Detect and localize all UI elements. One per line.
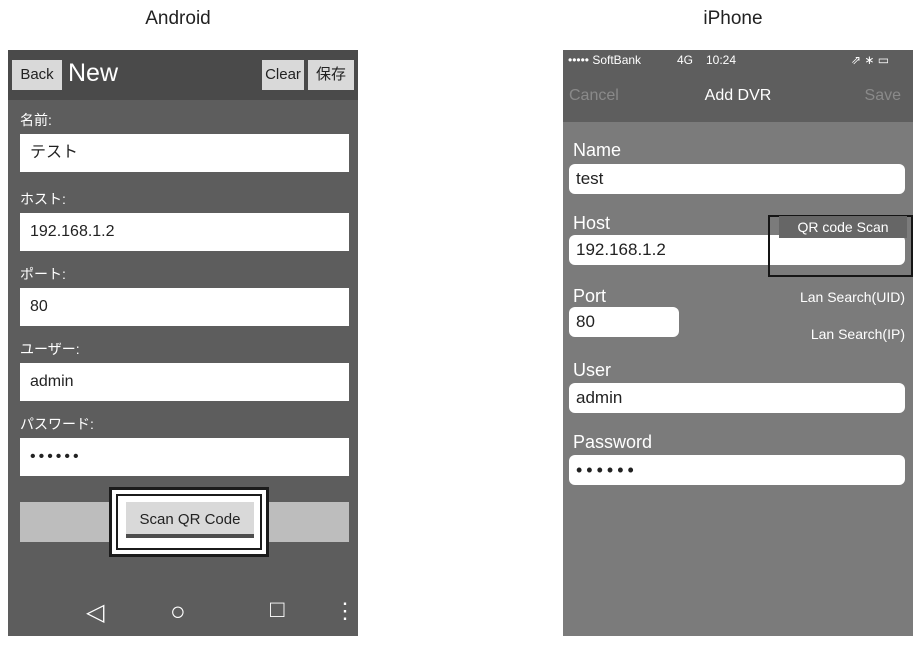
host-field[interactable]: 192.168.1.2 [20,213,349,251]
time-label: 10:24 [706,53,737,67]
page-title: New [68,59,119,87]
name-field[interactable]: test [569,164,905,194]
network-label: 4G [677,53,694,67]
iphone-nav-bar: Add DVR Cancel Save [563,70,913,122]
password-label: パスワード: [20,416,94,432]
password-field[interactable]: •••••• [20,438,349,476]
port-field[interactable]: 80 [20,288,349,326]
clear-button[interactable]: Clear [262,60,304,90]
android-screen: Back New Clear 保存 名前: テスト ホスト: 192.168.1… [8,50,358,636]
user-field[interactable]: admin [569,383,905,413]
android-nav-bar: ◁ ○ □ ⋮ [8,594,358,636]
scan-qr-button[interactable]: Scan QR Code [126,502,254,538]
android-action-bar: Back New Clear 保存 [8,50,358,100]
password-label: Password [573,432,653,452]
port-label: Port [573,286,607,306]
overflow-menu-icon[interactable]: ⋮ [334,598,356,624]
save-button[interactable]: 保存 [308,60,354,90]
scan-highlight-frame: Scan QR Code [109,487,269,557]
back-button[interactable]: Back [12,60,62,90]
password-field[interactable]: •••••• [569,455,905,485]
form-body: Name test Host 192.168.1.2 QR code Scan … [563,122,913,636]
recents-square-icon[interactable]: □ [270,596,285,624]
back-triangle-icon[interactable]: ◁ [86,598,104,627]
home-circle-icon[interactable]: ○ [170,596,186,627]
user-field[interactable]: admin [20,363,349,401]
name-label: Name [573,140,622,160]
qr-scan-button[interactable]: QR code Scan [779,216,907,238]
host-label: Host [573,213,611,233]
host-label: ホスト: [20,191,66,207]
lan-search-ip-button[interactable]: Lan Search(IP) [811,326,905,342]
name-field[interactable]: テスト [20,134,349,172]
lan-search-uid-button[interactable]: Lan Search(UID) [800,289,905,305]
user-label: User [573,360,612,380]
android-caption: Android [145,8,211,29]
user-label: ユーザー: [20,341,80,357]
name-label: 名前: [20,112,52,128]
iphone-screen: ••••• SoftBank 4G 10:24 ⇗ ∗ ▭ Add DVR Ca… [563,50,913,636]
port-field[interactable]: 80 [569,307,679,337]
status-icons: ⇗ ∗ ▭ [851,53,890,67]
iphone-caption: iPhone [703,8,763,29]
carrier-label: ••••• SoftBank [568,53,642,67]
save-button[interactable]: Save [865,87,901,105]
status-bar: ••••• SoftBank 4G 10:24 ⇗ ∗ ▭ [563,50,913,70]
cancel-button[interactable]: Cancel [569,87,619,105]
port-label: ポート: [20,266,66,282]
